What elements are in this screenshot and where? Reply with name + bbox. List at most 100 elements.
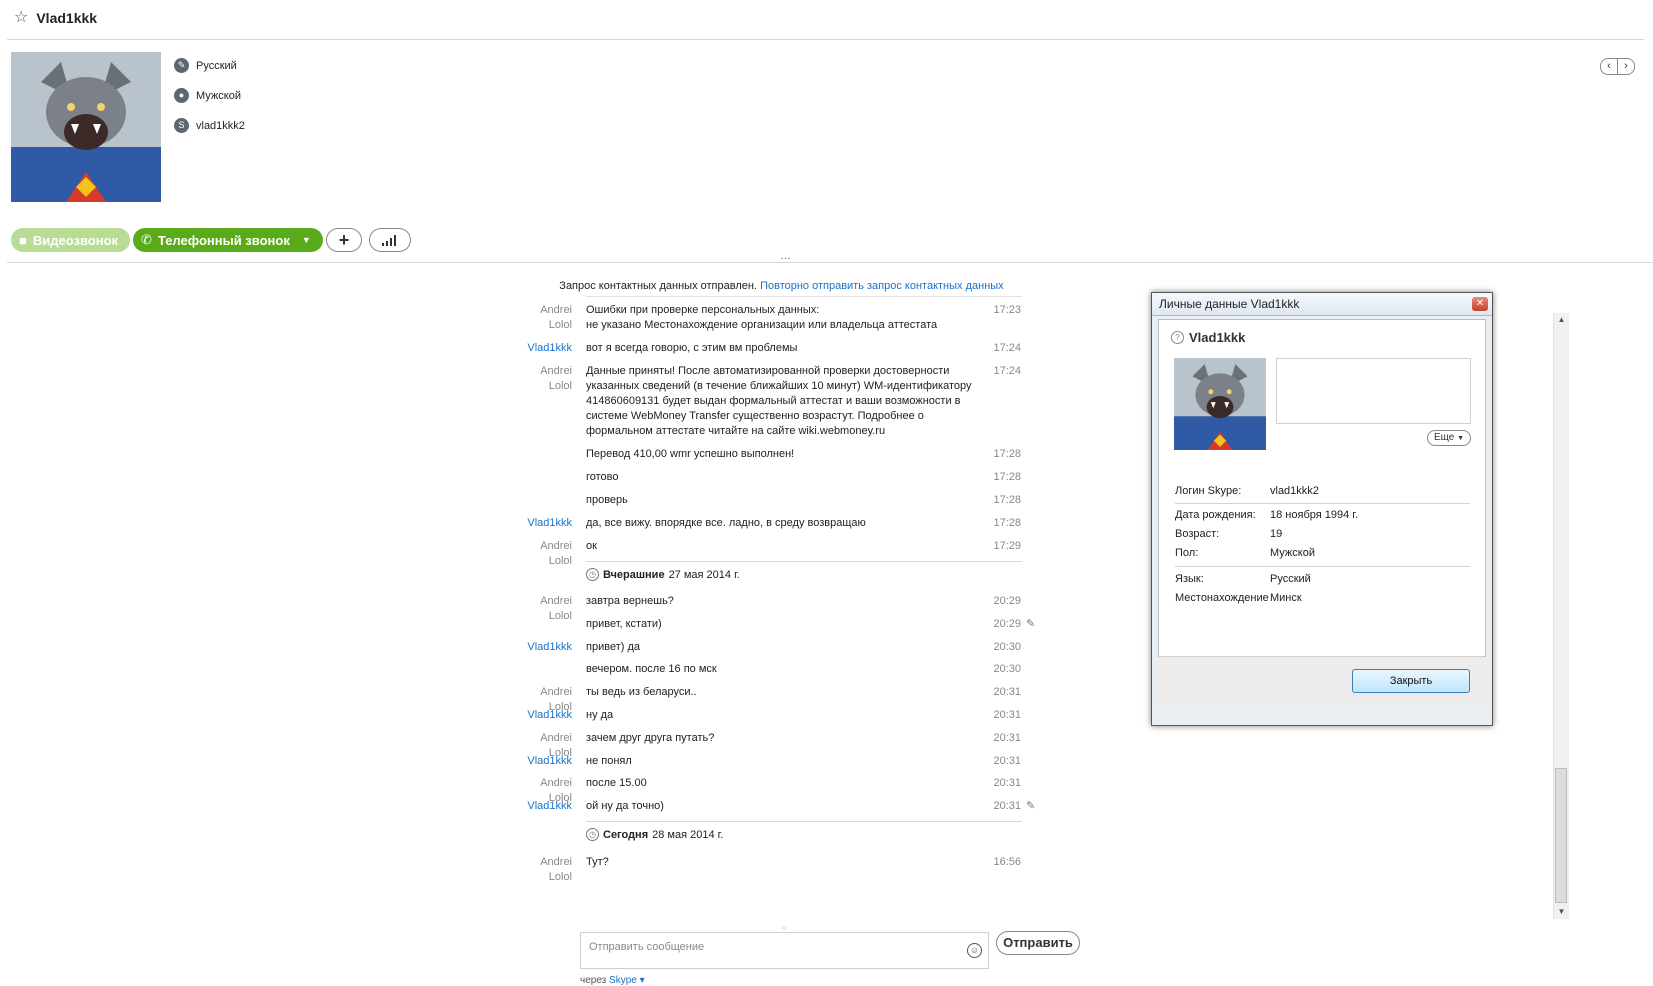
chat-scrollbar[interactable]: ▲ ▼ [1553,313,1569,919]
plus-icon: + [338,229,350,250]
message-time: 17:24 [993,342,1021,354]
mood-message-box [1276,358,1471,424]
dropdown-arrow-icon[interactable]: ▾ [640,975,645,986]
call-quality-button[interactable] [369,228,411,252]
phone-call-button[interactable]: ✆ Телефонный звонок ▼ [133,228,323,252]
message-time: 20:31 [993,732,1021,744]
video-call-button[interactable]: ■ Видеозвонок [11,228,131,252]
skype-icon: S [174,118,189,133]
message-time: 20:31 [993,709,1021,721]
language-icon: ✎ [174,58,189,73]
resend-request-link[interactable]: Повторно отправить запрос контактных дан… [760,280,1004,292]
contact-request-notice: Запрос контактных данных отправлен. Повт… [0,280,1563,292]
contact-name: Vlad1kkk [36,10,98,26]
via-service-dropdown[interactable]: Skype [609,975,637,986]
more-button[interactable]: Еще ▼ [1427,430,1472,446]
message-time: 20:29 [993,618,1021,630]
message-time: 20:30 [993,663,1021,675]
message-time: 16:56 [993,856,1021,868]
lang-label: Язык: [1175,573,1204,585]
send-button[interactable]: Отправить [996,931,1080,955]
dialog-close-button[interactable]: Закрыть [1352,669,1470,693]
message-time: 17:28 [993,471,1021,483]
message-sender[interactable]: Vlad1kkk [519,516,572,531]
chevron-down-icon[interactable]: ▼ [302,235,311,245]
message-text: Ошибки при проверке персональных данных:… [586,304,938,331]
message-sender[interactable]: Andrei Lolol [519,594,572,624]
message-text: проверь [586,494,628,506]
scroll-down-arrow-icon[interactable]: ▼ [1554,905,1569,919]
message-text: ты ведь из беларуси.. [586,686,697,698]
clock-icon: ◷ [586,568,599,581]
location-value: Минск [1270,592,1302,604]
dialog-body: ? Vlad1kkk Еще ▼ Логин Skype: vlad1kkk2 … [1158,319,1486,657]
location-label: Местонахождение [1175,592,1269,604]
add-button[interactable]: + [326,228,362,252]
profile-gender: ● Мужской [174,88,241,103]
scroll-thumb[interactable] [1555,768,1567,903]
scroll-up-arrow-icon[interactable]: ▲ [1554,313,1569,327]
video-call-label: Видеозвонок [32,232,119,248]
resize-handle-icon[interactable]: … [780,250,791,262]
message-time: 20:30 [993,641,1021,653]
history-top-divider [586,296,1022,297]
dialog-footer: Закрыть [1158,656,1484,703]
field-divider [1175,566,1470,567]
message-text: привет, кстати) [586,618,662,630]
age-value: 19 [1270,528,1283,540]
edited-icon: ✎ [1026,618,1036,630]
message-time: 20:31 [993,800,1021,812]
message-sender[interactable]: Vlad1kkk [519,708,572,723]
dialog-title: Личные данные Vlad1kkk [1159,297,1300,311]
message-sender[interactable]: Vlad1kkk [519,799,572,814]
favorite-star-icon[interactable]: ☆ [14,10,28,26]
message-text: Данные приняты! После автоматизированной… [586,365,972,437]
chevron-down-icon: ▼ [1457,435,1465,442]
message-time: 17:28 [993,517,1021,529]
message-time: 17:29 [993,540,1021,552]
notice-text: Запрос контактных данных отправлен. [559,280,757,292]
message-sender[interactable]: Vlad1kkk [519,341,572,356]
person-icon: ● [174,88,189,103]
next-arrow-icon[interactable]: › [1617,59,1634,74]
composer-resize-handle[interactable]: ○ [782,923,787,932]
dialog-titlebar[interactable]: Личные данные Vlad1kkk ✕ [1152,293,1492,316]
message-text: вечером. после 16 по мск [586,663,717,675]
day-label: Вчерашние [603,568,665,581]
profile-language: ✎ Русский [174,58,237,73]
message-sender[interactable]: Andrei Lolol [519,539,572,569]
day-separator: ◷ Вчерашние 27 мая 2014 г. [586,561,1022,581]
close-icon[interactable]: ✕ [1472,297,1488,311]
gender-value: Мужской [196,89,241,102]
personal-data-dialog: Личные данные Vlad1kkk ✕ ? Vlad1kkk Еще … [1151,292,1493,726]
profile-divider [7,262,1653,263]
message-time: 20:29 [993,595,1021,607]
message-time: 17:23 [993,304,1021,316]
day-label: Сегодня [603,828,649,841]
day-separator: ◷ Сегодня 28 мая 2014 г. [586,821,1022,841]
message-time: 17:28 [993,448,1021,460]
message-text: завтра вернешь? [586,595,674,607]
message-text: ну да [586,709,614,721]
age-label: Возраст: [1175,528,1220,540]
emoticon-icon[interactable]: ☺ [967,943,982,958]
phone-icon: ✆ [141,232,152,247]
field-divider [1175,503,1470,504]
message-input[interactable]: Отправить сообщение ☺ [580,932,989,969]
via-prefix: через [580,975,607,986]
language-value: Русский [196,59,237,72]
message-sender[interactable]: Andrei Lolol [519,303,572,333]
message-time: 20:31 [993,755,1021,767]
message-text: привет) да [586,641,640,653]
header-divider [7,39,1644,40]
skype-name-value: vlad1kkk2 [196,119,245,132]
message-time: 20:31 [993,777,1021,789]
message-text: ок [586,540,597,552]
prev-arrow-icon[interactable]: ‹ [1601,59,1617,74]
profile-skype-name: S vlad1kkk2 [174,118,245,133]
message-sender[interactable]: Vlad1kkk [519,754,572,769]
message-time: 17:24 [993,365,1021,377]
message-sender[interactable]: Andrei Lolol [519,855,572,885]
message-sender[interactable]: Vlad1kkk [519,640,572,655]
message-sender[interactable]: Andrei Lolol [519,364,572,394]
